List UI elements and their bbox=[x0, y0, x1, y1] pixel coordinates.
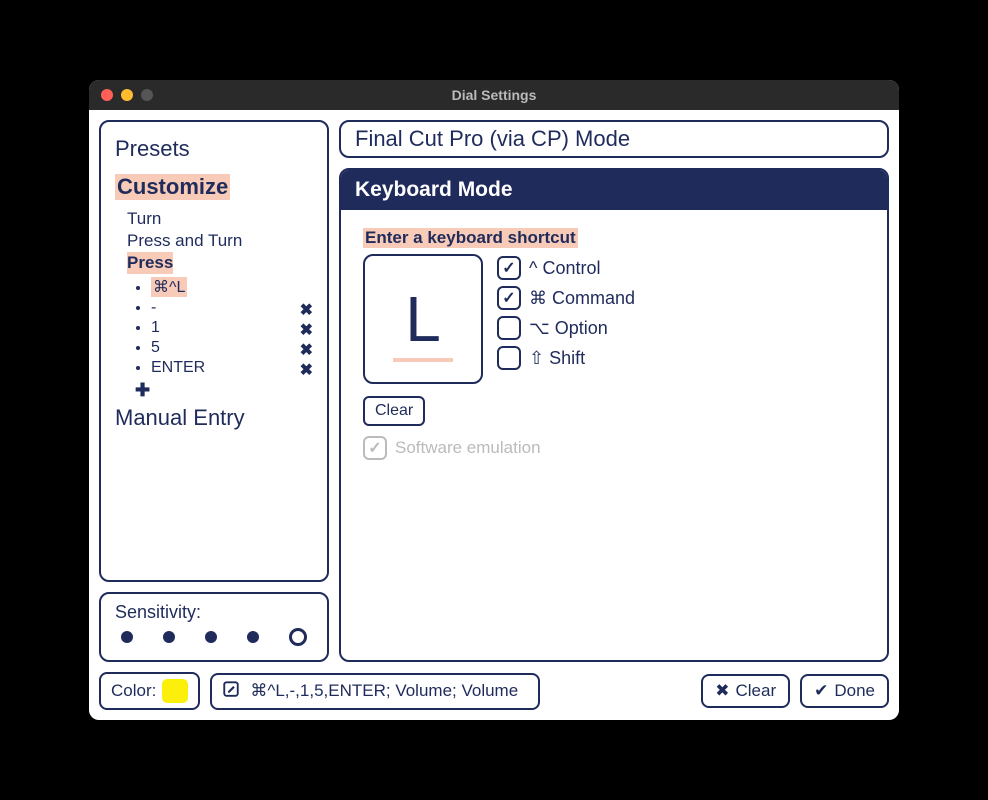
press-action-label: 5 bbox=[151, 339, 160, 356]
mode-title: Final Cut Pro (via CP) Mode bbox=[355, 126, 630, 151]
close-icon: ✖ bbox=[715, 681, 729, 701]
checkbox-disabled-icon: ✓ bbox=[363, 436, 387, 460]
sensitivity-panel: Sensitivity: bbox=[99, 592, 329, 662]
checkbox-checked-icon[interactable]: ✓ bbox=[497, 286, 521, 310]
press-action-label: - bbox=[151, 299, 156, 316]
customize-heading[interactable]: Customize bbox=[115, 174, 230, 200]
window-controls bbox=[89, 89, 153, 101]
add-action-button[interactable]: ✚ bbox=[115, 378, 313, 401]
color-label: Color: bbox=[111, 681, 156, 701]
keyboard-mode-panel: Keyboard Mode Enter a keyboard shortcut … bbox=[339, 168, 889, 662]
color-swatch[interactable] bbox=[162, 679, 188, 703]
press-action-item[interactable]: -✖ bbox=[151, 298, 313, 318]
main-row: Presets Customize Turn Press and Turn Pr… bbox=[99, 120, 889, 662]
press-action-label: ENTER bbox=[151, 359, 205, 376]
sensitivity-label: Sensitivity: bbox=[115, 602, 313, 623]
presets-heading[interactable]: Presets bbox=[115, 136, 313, 162]
sensitivity-slider[interactable] bbox=[115, 623, 313, 646]
press-action-item[interactable]: ⌘^L bbox=[151, 276, 313, 298]
summary-input[interactable] bbox=[250, 681, 528, 701]
software-emulation-row: ✓ Software emulation bbox=[363, 436, 865, 460]
checkbox-unchecked-icon[interactable] bbox=[497, 316, 521, 340]
sidebar-panel: Presets Customize Turn Press and Turn Pr… bbox=[99, 120, 329, 582]
checkbox-unchecked-icon[interactable] bbox=[497, 346, 521, 370]
maximize-window-button[interactable] bbox=[141, 89, 153, 101]
modifier-label: ⌘ Command bbox=[529, 288, 635, 309]
content: Presets Customize Turn Press and Turn Pr… bbox=[89, 110, 899, 720]
clear-shortcut-button[interactable]: Clear bbox=[363, 396, 425, 426]
left-column: Presets Customize Turn Press and Turn Pr… bbox=[99, 120, 329, 662]
delete-action-icon[interactable]: ✖ bbox=[300, 320, 313, 340]
sidebar-item-turn[interactable]: Turn bbox=[127, 208, 313, 230]
sensitivity-level[interactable] bbox=[247, 631, 259, 643]
press-action-label: ⌘^L bbox=[151, 277, 187, 297]
manual-entry-heading[interactable]: Manual Entry bbox=[115, 405, 313, 431]
clear-all-button[interactable]: ✖ Clear bbox=[701, 674, 790, 708]
delete-action-icon[interactable]: ✖ bbox=[300, 300, 313, 320]
sensitivity-level-selected[interactable] bbox=[289, 628, 307, 646]
footer-row: Color: ✖ Clear ✔ Done bbox=[99, 672, 889, 710]
right-column: Final Cut Pro (via CP) Mode Keyboard Mod… bbox=[339, 120, 889, 662]
sidebar-item-press-and-turn[interactable]: Press and Turn bbox=[127, 230, 313, 252]
titlebar: Dial Settings bbox=[89, 80, 899, 110]
modifier-label: ⇧ Shift bbox=[529, 348, 585, 369]
shortcut-row: L ✓ ^ Control ✓ ⌘ Command bbox=[363, 254, 865, 384]
press-action-item[interactable]: ENTER ✖ bbox=[151, 358, 313, 378]
shortcut-key-letter: L bbox=[405, 282, 441, 356]
press-action-label: 1 bbox=[151, 319, 160, 336]
shortcut-key-input[interactable]: L bbox=[363, 254, 483, 384]
software-emulation-label: Software emulation bbox=[395, 438, 541, 458]
summary-field-wrap bbox=[210, 673, 540, 710]
done-button[interactable]: ✔ Done bbox=[800, 674, 889, 708]
window-title: Dial Settings bbox=[89, 87, 899, 103]
modifier-shift[interactable]: ⇧ Shift bbox=[497, 346, 635, 370]
modifier-option[interactable]: ⌥ Option bbox=[497, 316, 635, 340]
color-picker[interactable]: Color: bbox=[99, 672, 200, 710]
delete-action-icon[interactable]: ✖ bbox=[300, 340, 313, 360]
shortcut-prompt-label: Enter a keyboard shortcut bbox=[363, 228, 578, 248]
sensitivity-level[interactable] bbox=[121, 631, 133, 643]
sensitivity-level[interactable] bbox=[163, 631, 175, 643]
minimize-window-button[interactable] bbox=[121, 89, 133, 101]
modifier-command[interactable]: ✓ ⌘ Command bbox=[497, 286, 635, 310]
keyboard-mode-body: Enter a keyboard shortcut L ✓ ^ Control bbox=[341, 210, 887, 478]
modifier-control[interactable]: ✓ ^ Control bbox=[497, 256, 635, 280]
delete-action-icon[interactable]: ✖ bbox=[300, 360, 313, 380]
sidebar-item-press[interactable]: Press bbox=[127, 252, 173, 274]
close-window-button[interactable] bbox=[101, 89, 113, 101]
input-caret bbox=[393, 358, 453, 362]
press-action-item[interactable]: 1✖ bbox=[151, 318, 313, 338]
edit-icon[interactable] bbox=[222, 680, 240, 703]
press-actions-list: ⌘^L -✖ 1✖ 5✖ ENTER✖ bbox=[115, 276, 313, 378]
settings-window: Dial Settings Presets Customize Turn Pre… bbox=[89, 80, 899, 720]
keyboard-mode-header: Keyboard Mode bbox=[341, 170, 887, 210]
modifier-label: ^ Control bbox=[529, 258, 600, 279]
check-icon: ✔ bbox=[814, 681, 828, 701]
mode-title-box: Final Cut Pro (via CP) Mode bbox=[339, 120, 889, 158]
customize-items: Turn Press and Turn Press bbox=[115, 208, 313, 274]
modifier-list: ✓ ^ Control ✓ ⌘ Command ⌥ Option bbox=[497, 254, 635, 370]
modifier-label: ⌥ Option bbox=[529, 318, 608, 339]
done-button-label: Done bbox=[834, 681, 875, 701]
checkbox-checked-icon[interactable]: ✓ bbox=[497, 256, 521, 280]
press-action-item[interactable]: 5✖ bbox=[151, 338, 313, 358]
sensitivity-level[interactable] bbox=[205, 631, 217, 643]
clear-button-label: Clear bbox=[735, 681, 776, 701]
